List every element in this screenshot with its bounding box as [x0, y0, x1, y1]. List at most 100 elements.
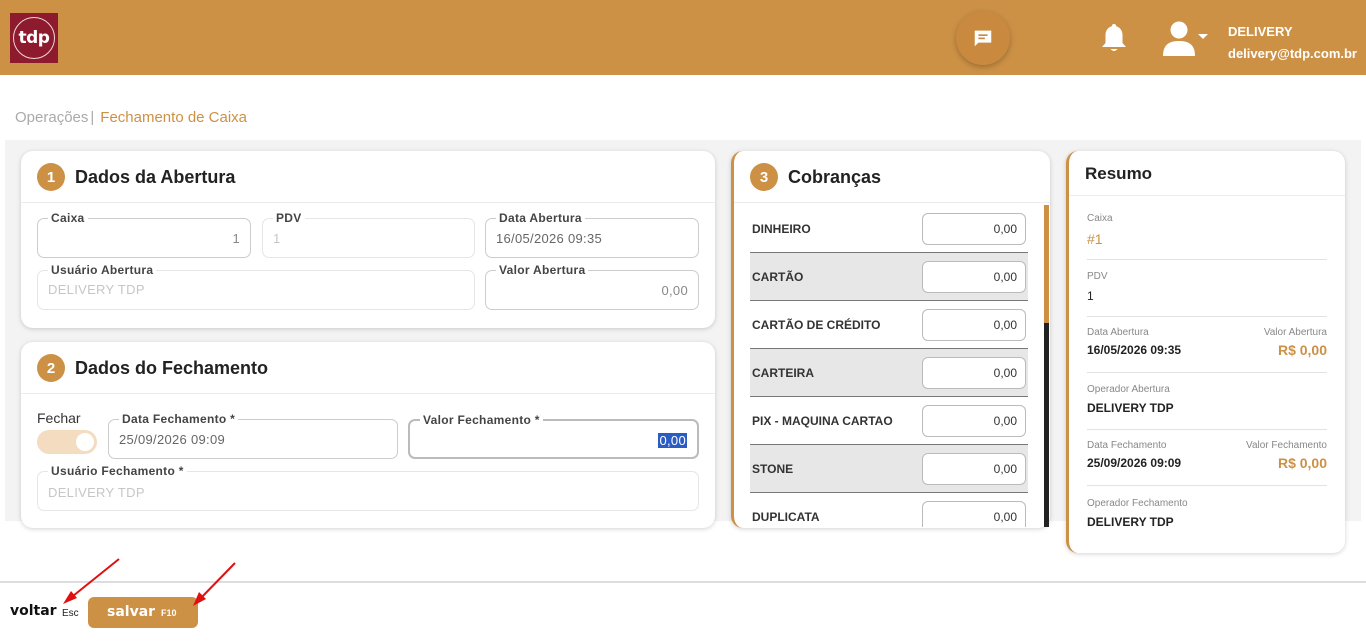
- payment-value-input[interactable]: 0,00: [922, 213, 1026, 245]
- payment-value: 0,00: [993, 414, 1017, 428]
- valor-abertura-field[interactable]: Valor Abertura 0,00: [485, 263, 699, 310]
- payment-row: DUPLICATA 0,00: [750, 493, 1028, 527]
- payment-value-input[interactable]: 0,00: [922, 357, 1026, 389]
- payment-value: 0,00: [993, 510, 1017, 524]
- chevron-down-icon: [1198, 34, 1208, 39]
- payment-value-input[interactable]: 0,00: [922, 453, 1026, 485]
- tdp-logo[interactable]: tdp: [10, 13, 58, 63]
- breadcrumb-separator: |: [90, 109, 95, 126]
- payment-value-input[interactable]: 0,00: [922, 501, 1026, 527]
- payment-scrollbar[interactable]: [1044, 205, 1049, 527]
- scrollbar-thumb[interactable]: [1044, 205, 1049, 323]
- resumo-data-abertura-value: 16/05/2026 09:35: [1087, 343, 1182, 357]
- data-fechamento-label: Data Fechamento *: [119, 412, 239, 426]
- user-avatar-icon[interactable]: [1160, 20, 1210, 58]
- payment-value: 0,00: [993, 270, 1017, 284]
- resumo-valor-abertura-value: R$ 0,00: [1277, 342, 1327, 358]
- fechamento-card-header: 2 Dados do Fechamento: [21, 342, 715, 394]
- data-fechamento-field[interactable]: Data Fechamento * 25/09/2026 09:09: [108, 412, 398, 459]
- usuario-abertura-label: Usuário Abertura: [48, 263, 157, 277]
- resumo-operador-fechamento: Operador Fechamento DELIVERY TDP: [1087, 498, 1327, 538]
- pdv-value: 1: [273, 231, 281, 246]
- payment-value-input[interactable]: 0,00: [922, 405, 1026, 437]
- resumo-data-fechamento-label: Data Fechamento: [1087, 440, 1167, 451]
- pdv-label: PDV: [273, 211, 305, 225]
- caixa-value: 1: [232, 231, 240, 246]
- usuario-fechamento-value: DELIVERY TDP: [48, 485, 145, 500]
- payment-name: CARTÃO: [752, 270, 804, 284]
- usuario-abertura-value: DELIVERY TDP: [48, 282, 145, 297]
- step-number: 1: [37, 163, 65, 191]
- caixa-field[interactable]: Caixa 1: [37, 211, 251, 258]
- breadcrumb: Operações | Fechamento de Caixa: [15, 109, 247, 126]
- valor-abertura-label: Valor Abertura: [496, 263, 589, 277]
- salvar-label: salvar: [107, 604, 156, 620]
- breadcrumb-current: Fechamento de Caixa: [100, 109, 248, 126]
- resumo-operador-fechamento-label: Operador Fechamento: [1087, 498, 1188, 509]
- valor-abertura-value: 0,00: [661, 283, 688, 298]
- footer-bar: voltar Esc salvar F10: [0, 581, 1366, 641]
- payment-value-input[interactable]: 0,00: [922, 309, 1026, 341]
- notification-bell-icon[interactable]: [1099, 22, 1129, 54]
- breadcrumb-parent[interactable]: Operações: [15, 109, 88, 126]
- resumo-operador-fechamento-value: DELIVERY TDP: [1087, 515, 1174, 529]
- card-title: Cobranças: [788, 167, 882, 187]
- valor-fechamento-label: Valor Fechamento *: [420, 413, 543, 427]
- resumo-valor-fechamento-label: Valor Fechamento: [1246, 440, 1327, 451]
- payment-value: 0,00: [993, 462, 1017, 476]
- payment-value: 0,00: [993, 366, 1017, 380]
- data-abertura-field[interactable]: Data Abertura 16/05/2026 09:35: [485, 211, 699, 258]
- data-abertura-label: Data Abertura: [496, 211, 585, 225]
- payment-value: 0,00: [993, 318, 1017, 332]
- salvar-button[interactable]: salvar F10: [88, 597, 198, 628]
- payment-name: DINHEIRO: [752, 222, 811, 236]
- payment-name: CARTÃO DE CRÉDITO: [752, 318, 881, 332]
- payment-row: PIX - MAQUINA CARTAO 0,00: [750, 397, 1028, 445]
- resumo-valor-fechamento-value: R$ 0,00: [1277, 455, 1327, 471]
- payment-row: STONE 0,00: [750, 445, 1028, 493]
- resumo-operador-abertura-label: Operador Abertura: [1087, 384, 1170, 395]
- resumo-caixa-value: #1: [1087, 231, 1103, 247]
- payment-list: DINHEIRO 0,00 CARTÃO 0,00 CARTÃO DE CRÉD…: [750, 205, 1030, 527]
- resumo-pdv-label: PDV: [1087, 271, 1108, 282]
- cobrancas-card-header: 3 Cobranças: [734, 151, 1050, 203]
- resumo-card: Resumo Caixa #1 PDV 1 Data Abertura 16/0…: [1066, 151, 1345, 553]
- step-number: 2: [37, 354, 65, 382]
- step-number: 3: [750, 163, 778, 191]
- payment-row: CARTÃO DE CRÉDITO 0,00: [750, 301, 1028, 349]
- valor-fechamento-value: 0,00: [658, 433, 687, 448]
- fechamento-card: 2 Dados do Fechamento Fechar Data Fecham…: [21, 342, 715, 528]
- resumo-fechamento: Data Fechamento 25/09/2026 09:09 Valor F…: [1087, 440, 1327, 486]
- usuario-fechamento-field[interactable]: Usuário Fechamento * DELIVERY TDP: [37, 464, 699, 511]
- resumo-operador-abertura: Operador Abertura DELIVERY TDP: [1087, 384, 1327, 430]
- resumo-caixa: Caixa #1: [1087, 213, 1327, 260]
- payment-row: CARTEIRA 0,00: [750, 349, 1028, 397]
- salvar-shortcut: F10: [161, 608, 177, 618]
- data-fechamento-value: 25/09/2026 09:09: [119, 432, 226, 447]
- logo-text: tdp: [13, 17, 55, 59]
- voltar-button[interactable]: voltar: [10, 603, 57, 619]
- payment-value: 0,00: [993, 222, 1017, 236]
- fechar-toggle[interactable]: [37, 430, 97, 454]
- cobrancas-card: 3 Cobranças DINHEIRO 0,00 CARTÃO 0,00 CA…: [731, 151, 1050, 528]
- resumo-pdv: PDV 1: [1087, 271, 1327, 317]
- payment-value-input[interactable]: 0,00: [922, 261, 1026, 293]
- abertura-card: 1 Dados da Abertura Caixa 1 PDV 1 Data A…: [21, 151, 715, 328]
- resumo-pdv-value: 1: [1087, 289, 1094, 303]
- data-abertura-value: 16/05/2026 09:35: [496, 231, 603, 246]
- user-email: delivery@tdp.com.br: [1228, 46, 1357, 61]
- payment-row: DINHEIRO 0,00: [750, 205, 1028, 253]
- pdv-field[interactable]: PDV 1: [262, 211, 475, 258]
- voltar-shortcut: Esc: [62, 608, 79, 619]
- usuario-abertura-field[interactable]: Usuário Abertura DELIVERY TDP: [37, 263, 475, 310]
- valor-fechamento-field[interactable]: Valor Fechamento * 0,00: [408, 413, 699, 459]
- payment-name: CARTEIRA: [752, 366, 814, 380]
- card-title: Dados do Fechamento: [75, 358, 269, 378]
- payment-name: DUPLICATA: [752, 510, 820, 524]
- abertura-card-header: 1 Dados da Abertura: [21, 151, 715, 203]
- user-name: DELIVERY: [1228, 24, 1293, 39]
- chat-button[interactable]: [956, 11, 1010, 65]
- payment-name: STONE: [752, 462, 794, 476]
- resumo-caixa-label: Caixa: [1087, 213, 1113, 224]
- resumo-card-header: Resumo: [1069, 151, 1345, 196]
